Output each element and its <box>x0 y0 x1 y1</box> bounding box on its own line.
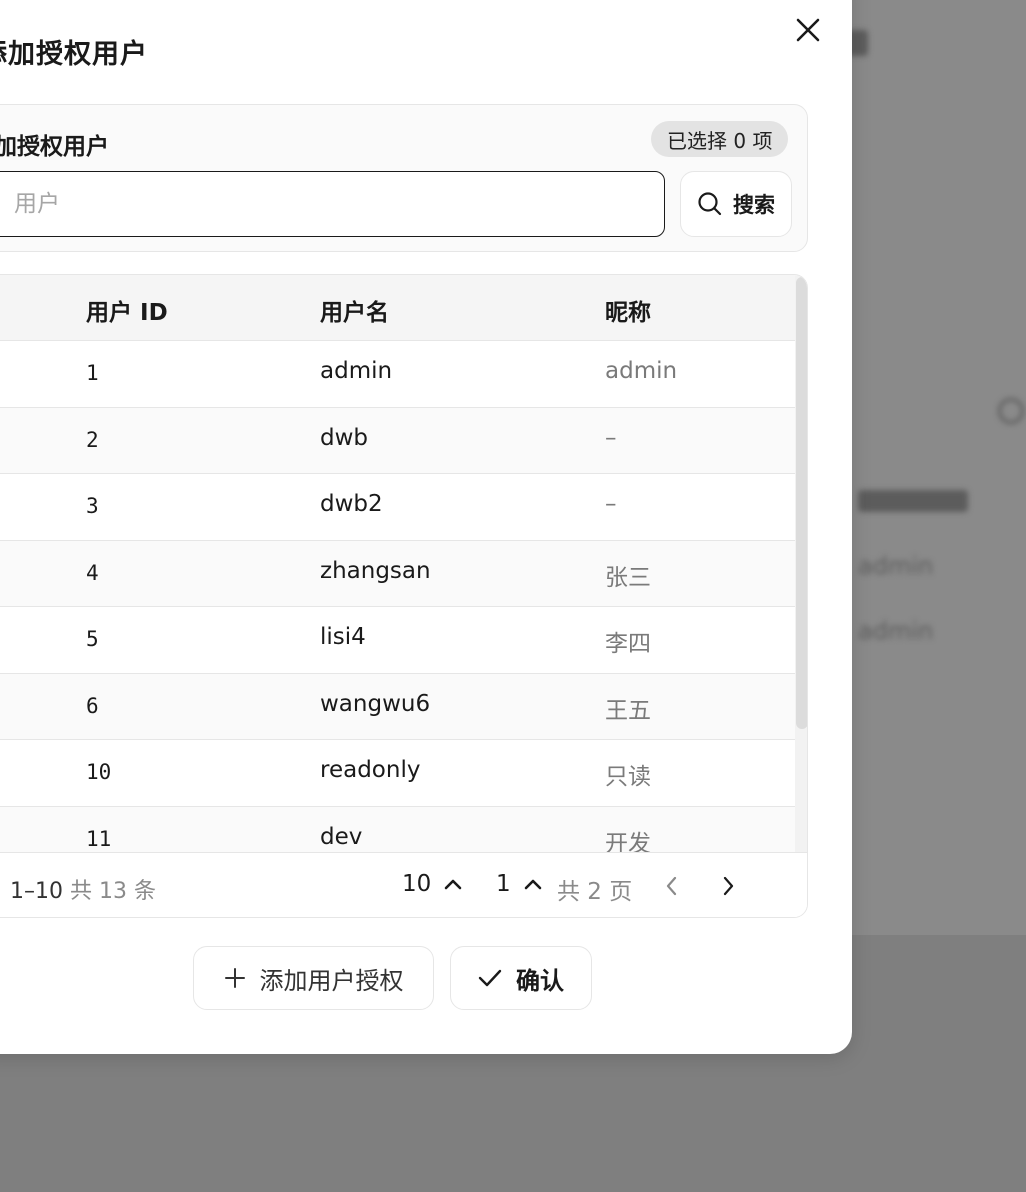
chevron-up-icon <box>444 879 462 890</box>
confirm-label: 确认 <box>516 966 564 995</box>
check-icon <box>478 969 502 987</box>
table-body: 1 admin admin 2 dwb – 3 dwb2 – 4 zhangsa… <box>0 341 795 852</box>
close-button[interactable] <box>790 12 826 48</box>
dialog-title: 添加授权用户 <box>0 39 148 70</box>
pagination-bar: 1–10 共 13 条 10 1 共 2 页 <box>0 852 807 917</box>
table-row[interactable]: 11 dev 开发 <box>0 806 795 853</box>
cell-username: zhangsan <box>320 557 431 584</box>
cell-nickname: admin <box>605 358 678 384</box>
table-row[interactable]: 2 dwb – <box>0 407 795 474</box>
cell-nickname: – <box>605 491 617 517</box>
table-header: 用户 ID 用户名 昵称 <box>0 275 795 341</box>
add-authorized-user-dialog: 添加授权用户 添加授权用户 已选择 0 项 搜索 用户 ID 用户名 昵称 1 <box>0 0 852 1054</box>
table-row[interactable]: 3 dwb2 – <box>0 474 795 541</box>
current-page-select[interactable]: 1 <box>496 871 543 897</box>
cell-user-id: 2 <box>86 427 99 452</box>
table-row[interactable]: 6 wangwu6 王五 <box>0 673 795 740</box>
cell-username: readonly <box>320 757 421 783</box>
pagination-range: 1–10 <box>10 879 63 904</box>
user-search-input[interactable] <box>0 171 665 237</box>
page-size-value: 10 <box>402 871 432 897</box>
table-row[interactable]: 4 zhangsan 张三 <box>0 540 795 607</box>
cell-user-id: 10 <box>86 760 112 784</box>
header-nickname[interactable]: 昵称 <box>605 293 651 327</box>
table-row[interactable]: 1 admin admin <box>0 341 795 408</box>
next-page-button[interactable] <box>715 872 743 900</box>
cell-nickname: 王五 <box>605 697 651 724</box>
chevron-right-icon <box>723 876 734 896</box>
search-button[interactable]: 搜索 <box>680 171 792 237</box>
cell-nickname: 开发 <box>605 830 651 853</box>
cell-nickname: – <box>605 424 617 451</box>
header-username[interactable]: 用户名 <box>320 293 389 327</box>
cell-user-id: 5 <box>86 627 99 651</box>
previous-page-button[interactable] <box>657 872 685 900</box>
cell-username: dwb <box>320 424 369 451</box>
chevron-up-icon <box>524 879 541 890</box>
add-user-authorization-button[interactable]: 添加用户授权 <box>193 946 434 1010</box>
confirm-button[interactable]: 确认 <box>450 946 592 1010</box>
cell-username: admin <box>320 358 393 384</box>
pagination-total: 共 13 条 <box>70 879 156 904</box>
cell-user-id: 4 <box>86 560 99 585</box>
table-row[interactable]: 5 lisi4 李四 <box>0 607 795 674</box>
table-scrollbar-thumb[interactable] <box>796 277 807 729</box>
cell-username: wangwu6 <box>320 690 431 717</box>
pagination-summary: 1–10 共 13 条 <box>10 873 156 905</box>
search-icon <box>698 192 722 216</box>
cell-nickname: 只读 <box>605 764 651 790</box>
cell-nickname: 李四 <box>605 631 651 657</box>
pagination-page-count: 共 2 页 <box>557 879 633 905</box>
search-card-title: 添加授权用户 <box>0 134 109 160</box>
chevron-left-icon <box>666 876 677 896</box>
cell-username: dwb2 <box>320 491 383 517</box>
cell-user-id: 6 <box>86 693 99 718</box>
cell-nickname: 张三 <box>605 564 651 591</box>
search-card: 添加授权用户 已选择 0 项 搜索 <box>0 104 808 252</box>
cell-user-id: 11 <box>86 826 112 851</box>
page-size-select[interactable]: 10 <box>402 871 463 897</box>
add-user-authorization-label: 添加用户授权 <box>259 966 404 995</box>
cell-username: lisi4 <box>320 624 366 650</box>
header-user-id[interactable]: 用户 ID <box>86 293 168 327</box>
cell-username: dev <box>320 823 363 850</box>
current-page-value: 1 <box>496 871 511 897</box>
close-icon <box>796 18 820 42</box>
plus-icon <box>224 968 245 988</box>
search-button-label: 搜索 <box>733 193 775 217</box>
cell-user-id: 1 <box>86 361 99 385</box>
table-row[interactable]: 10 readonly 只读 <box>0 740 795 807</box>
cell-user-id: 3 <box>86 494 99 518</box>
user-table-card: 用户 ID 用户名 昵称 1 admin admin 2 dwb – 3 dwb… <box>0 274 808 918</box>
selected-count-badge: 已选择 0 项 <box>651 121 789 157</box>
